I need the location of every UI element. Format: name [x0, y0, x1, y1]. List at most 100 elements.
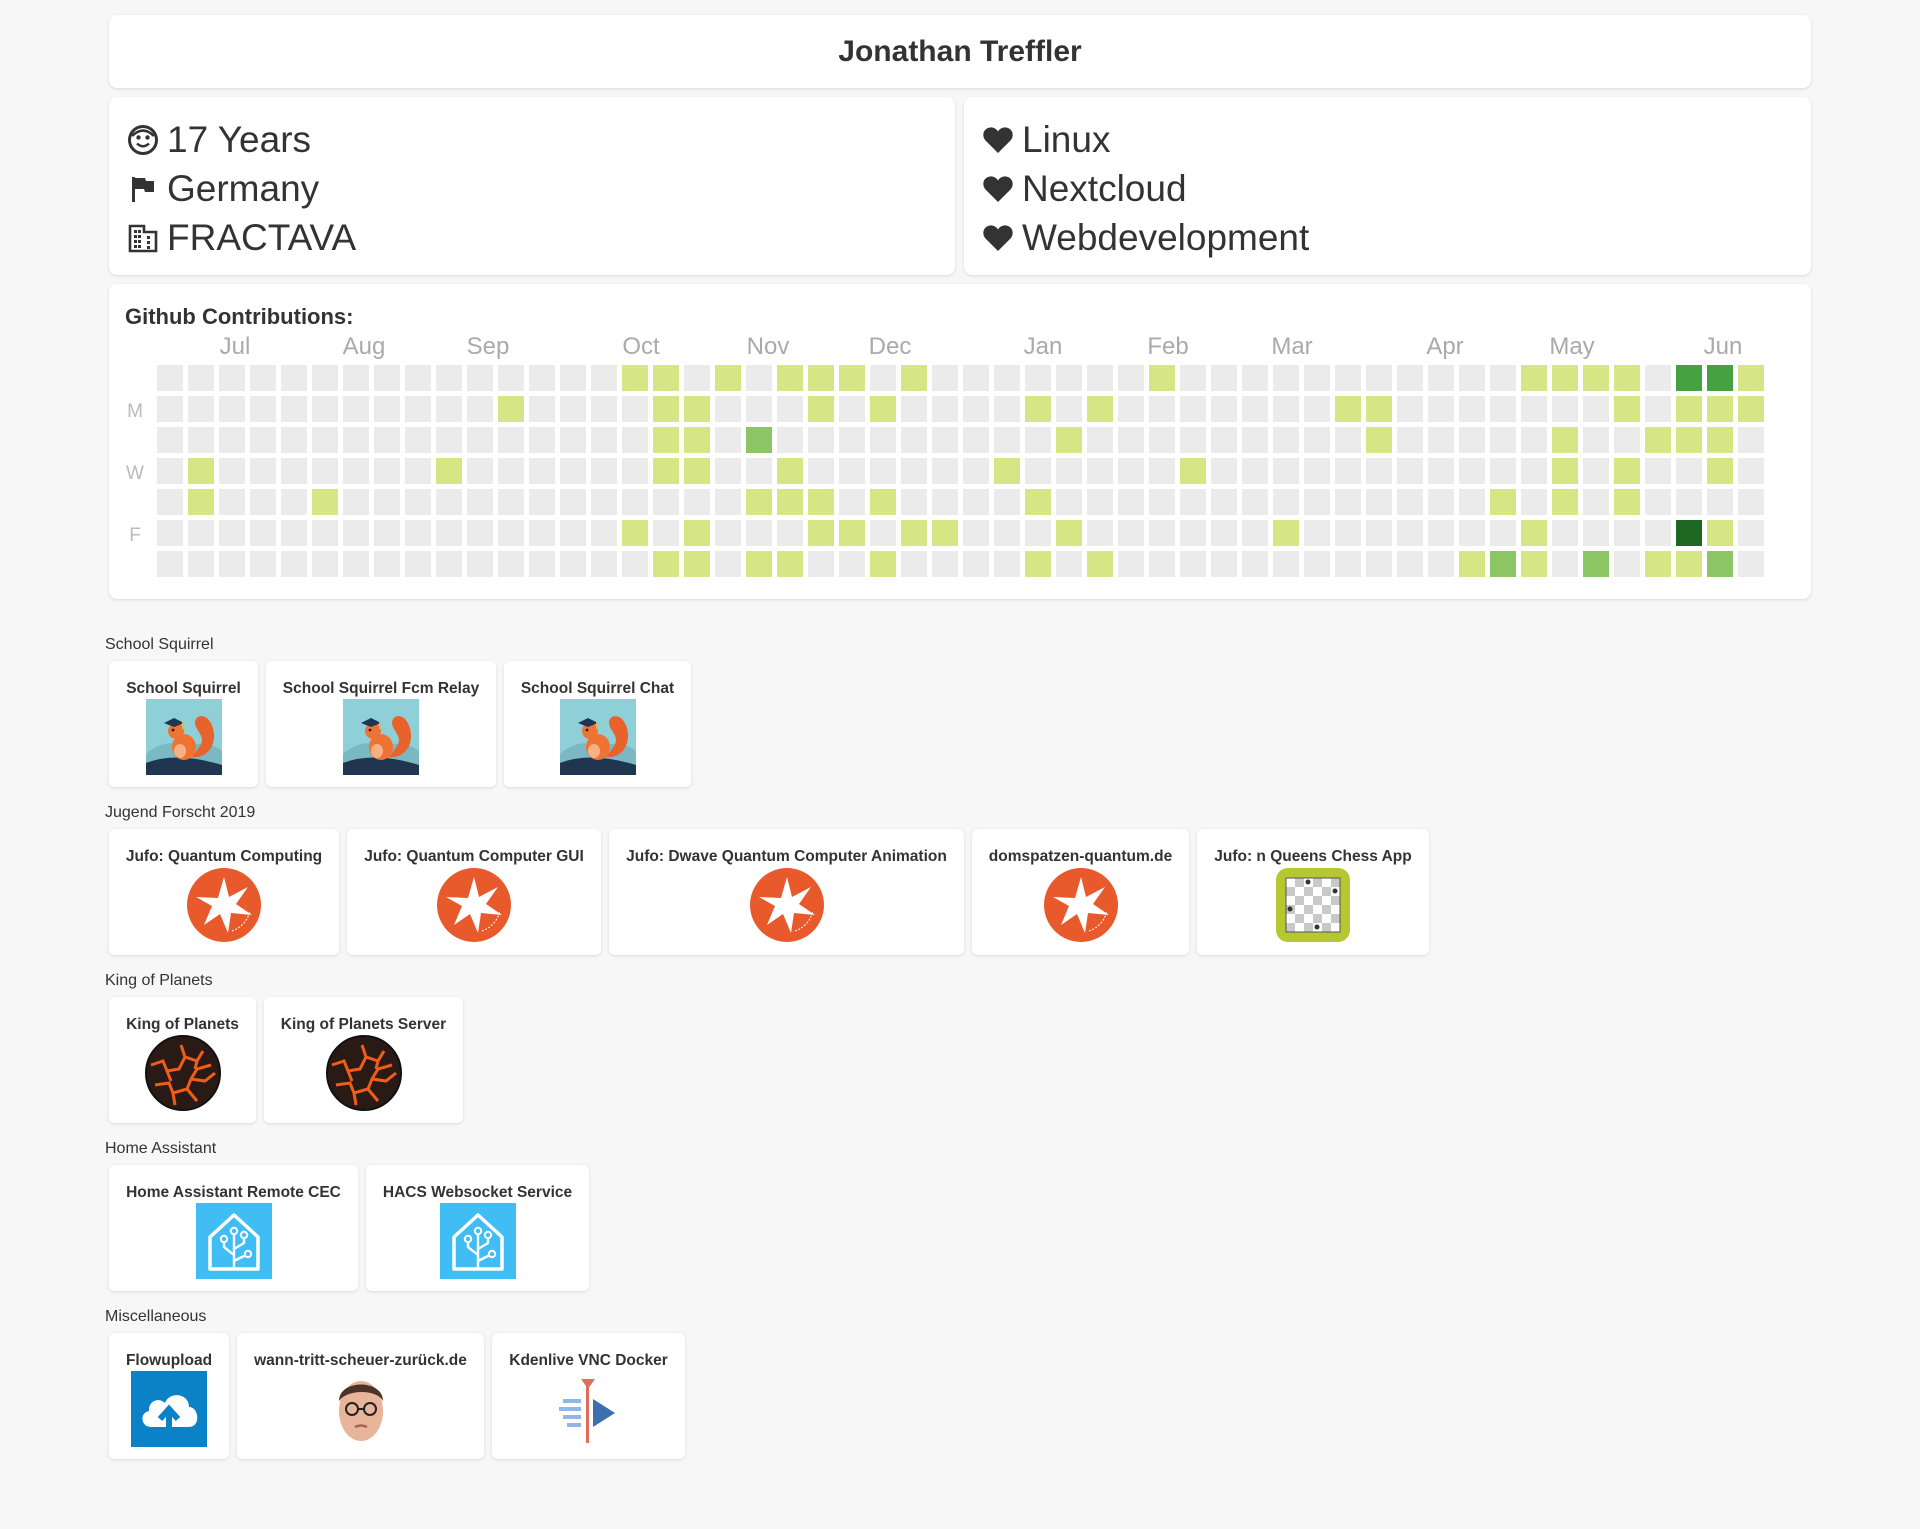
contribution-day-cell[interactable]: [467, 489, 493, 515]
contribution-day-cell[interactable]: [1459, 396, 1485, 422]
contribution-day-cell[interactable]: [1676, 458, 1702, 484]
project-card[interactable]: School Squirrel: [109, 661, 258, 787]
contribution-day-cell[interactable]: [622, 396, 648, 422]
contribution-day-cell[interactable]: [343, 427, 369, 453]
contribution-day-cell[interactable]: [1273, 551, 1299, 577]
contribution-day-cell[interactable]: [188, 427, 214, 453]
contribution-day-cell[interactable]: [1273, 427, 1299, 453]
contribution-day-cell[interactable]: [1521, 427, 1547, 453]
project-card[interactable]: School Squirrel Chat: [504, 661, 691, 787]
contribution-day-cell[interactable]: [746, 489, 772, 515]
contribution-day-cell[interactable]: [901, 365, 927, 391]
contribution-day-cell[interactable]: [467, 427, 493, 453]
contribution-day-cell[interactable]: [1211, 520, 1237, 546]
contribution-day-cell[interactable]: [560, 427, 586, 453]
contribution-day-cell[interactable]: [1242, 489, 1268, 515]
contribution-day-cell[interactable]: [312, 520, 338, 546]
contribution-day-cell[interactable]: [1521, 520, 1547, 546]
contribution-day-cell[interactable]: [1242, 365, 1268, 391]
contribution-day-cell[interactable]: [281, 396, 307, 422]
contribution-day-cell[interactable]: [684, 396, 710, 422]
contribution-day-cell[interactable]: [591, 458, 617, 484]
contribution-day-cell[interactable]: [405, 520, 431, 546]
contribution-day-cell[interactable]: [1428, 520, 1454, 546]
contribution-day-cell[interactable]: [777, 551, 803, 577]
contribution-day-cell[interactable]: [529, 489, 555, 515]
contribution-day-cell[interactable]: [653, 427, 679, 453]
project-card[interactable]: Jufo: Quantum Computing: [109, 829, 339, 955]
contribution-day-cell[interactable]: [560, 489, 586, 515]
contribution-day-cell[interactable]: [1707, 551, 1733, 577]
contribution-day-cell[interactable]: [405, 427, 431, 453]
contribution-day-cell[interactable]: [715, 396, 741, 422]
contribution-day-cell[interactable]: [219, 520, 245, 546]
contribution-day-cell[interactable]: [529, 551, 555, 577]
project-card[interactable]: Jufo: Dwave Quantum Computer Animation: [609, 829, 964, 955]
contribution-day-cell[interactable]: [374, 427, 400, 453]
contribution-day-cell[interactable]: [684, 427, 710, 453]
contribution-day-cell[interactable]: [1614, 489, 1640, 515]
contribution-day-cell[interactable]: [1552, 520, 1578, 546]
contribution-day-cell[interactable]: [1211, 489, 1237, 515]
project-card[interactable]: Flowupload: [109, 1333, 229, 1459]
contribution-day-cell[interactable]: [901, 489, 927, 515]
contribution-day-cell[interactable]: [1645, 458, 1671, 484]
contribution-day-cell[interactable]: [1335, 396, 1361, 422]
contribution-day-cell[interactable]: [1366, 551, 1392, 577]
contribution-day-cell[interactable]: [1242, 551, 1268, 577]
contribution-day-cell[interactable]: [808, 551, 834, 577]
contribution-day-cell[interactable]: [839, 458, 865, 484]
contribution-day-cell[interactable]: [622, 489, 648, 515]
contribution-day-cell[interactable]: [498, 396, 524, 422]
contribution-day-cell[interactable]: [529, 396, 555, 422]
contribution-day-cell[interactable]: [1583, 427, 1609, 453]
contribution-day-cell[interactable]: [715, 489, 741, 515]
contribution-day-cell[interactable]: [777, 396, 803, 422]
contribution-day-cell[interactable]: [994, 489, 1020, 515]
contribution-day-cell[interactable]: [281, 520, 307, 546]
contribution-day-cell[interactable]: [839, 396, 865, 422]
contribution-day-cell[interactable]: [746, 520, 772, 546]
contribution-day-cell[interactable]: [498, 427, 524, 453]
contribution-day-cell[interactable]: [436, 427, 462, 453]
contribution-day-cell[interactable]: [901, 396, 927, 422]
contribution-day-cell[interactable]: [901, 520, 927, 546]
contribution-day-cell[interactable]: [281, 551, 307, 577]
contribution-day-cell[interactable]: [963, 396, 989, 422]
project-card[interactable]: HACS Websocket Service: [366, 1165, 589, 1291]
contribution-day-cell[interactable]: [1273, 489, 1299, 515]
contribution-day-cell[interactable]: [1304, 489, 1330, 515]
contribution-day-cell[interactable]: [343, 396, 369, 422]
contribution-day-cell[interactable]: [622, 365, 648, 391]
contribution-day-cell[interactable]: [1459, 427, 1485, 453]
contribution-day-cell[interactable]: [529, 520, 555, 546]
contribution-day-cell[interactable]: [312, 396, 338, 422]
contribution-day-cell[interactable]: [374, 520, 400, 546]
contribution-day-cell[interactable]: [932, 396, 958, 422]
contribution-day-cell[interactable]: [1645, 396, 1671, 422]
contribution-day-cell[interactable]: [808, 396, 834, 422]
contribution-day-cell[interactable]: [1087, 427, 1113, 453]
contribution-day-cell[interactable]: [405, 365, 431, 391]
contribution-day-cell[interactable]: [1304, 458, 1330, 484]
contribution-day-cell[interactable]: [219, 427, 245, 453]
project-card[interactable]: Jufo: Quantum Computer GUI: [347, 829, 601, 955]
contribution-day-cell[interactable]: [1552, 458, 1578, 484]
contribution-day-cell[interactable]: [653, 551, 679, 577]
contribution-day-cell[interactable]: [405, 489, 431, 515]
project-card[interactable]: Kdenlive VNC Docker: [492, 1333, 685, 1459]
contribution-day-cell[interactable]: [436, 520, 462, 546]
contribution-day-cell[interactable]: [1707, 489, 1733, 515]
contribution-day-cell[interactable]: [901, 458, 927, 484]
contribution-day-cell[interactable]: [1304, 427, 1330, 453]
contribution-day-cell[interactable]: [1304, 365, 1330, 391]
contribution-day-cell[interactable]: [1428, 458, 1454, 484]
contribution-day-cell[interactable]: [1118, 427, 1144, 453]
contribution-day-cell[interactable]: [1552, 489, 1578, 515]
contribution-day-cell[interactable]: [1056, 396, 1082, 422]
contribution-day-cell[interactable]: [1459, 520, 1485, 546]
contribution-day-cell[interactable]: [653, 520, 679, 546]
contribution-day-cell[interactable]: [1490, 520, 1516, 546]
contribution-day-cell[interactable]: [1056, 365, 1082, 391]
contribution-day-cell[interactable]: [1397, 458, 1423, 484]
